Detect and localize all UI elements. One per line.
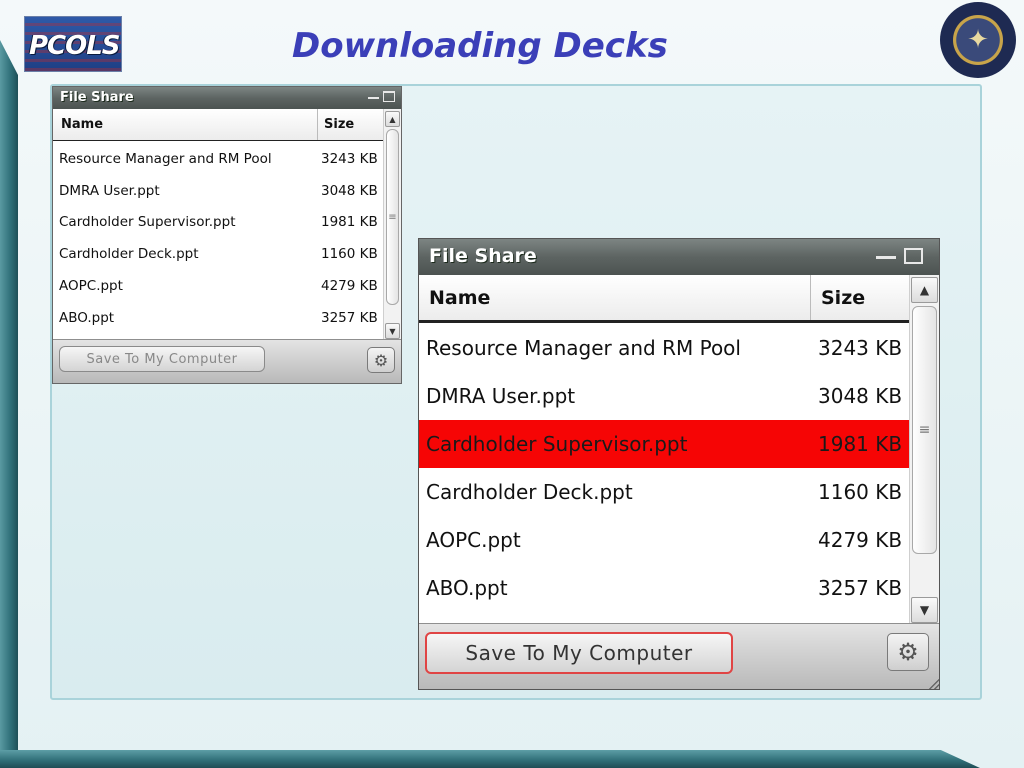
file-name: Cardholder Supervisor.ppt	[59, 214, 236, 231]
file-list-header: Name Size	[53, 109, 383, 141]
file-name: DMRA User.ppt	[426, 384, 576, 408]
scroll-up-icon[interactable]: ▲	[385, 111, 400, 127]
file-row[interactable]: Cardholder Deck.ppt 1160 KB	[419, 468, 909, 516]
scroll-up-icon[interactable]: ▲	[911, 277, 938, 303]
bottom-decorative-bar	[0, 750, 980, 768]
window-footer: Save To My Computer ⚙	[53, 339, 401, 383]
file-name: Cardholder Deck.ppt	[59, 246, 199, 263]
file-size: 4279 KB	[818, 528, 903, 552]
minimize-icon[interactable]	[876, 255, 896, 259]
scroll-thumb[interactable]: ≡	[912, 306, 937, 554]
gear-icon[interactable]: ⚙	[367, 347, 395, 373]
maximize-icon[interactable]	[904, 248, 923, 264]
file-size: 1981 KB	[818, 432, 903, 456]
file-name: Cardholder Supervisor.ppt	[426, 432, 688, 456]
file-row-selected[interactable]: Cardholder Supervisor.ppt 1981 KB	[419, 420, 909, 468]
scroll-down-icon[interactable]: ▼	[385, 323, 400, 339]
maximize-icon[interactable]	[383, 91, 395, 102]
save-to-computer-button[interactable]: Save To My Computer	[425, 632, 733, 674]
file-share-window-large: File Share Name Size Resource Manager an…	[418, 238, 940, 690]
file-size: 3243 KB	[321, 150, 378, 167]
vertical-scrollbar[interactable]: ▲ ≡ ▼	[383, 109, 401, 341]
resize-grip-icon[interactable]	[929, 679, 939, 689]
left-decorative-bar	[0, 40, 18, 768]
file-size: 3243 KB	[818, 336, 903, 360]
vertical-scrollbar[interactable]: ▲ ≡ ▼	[909, 275, 939, 625]
file-name: Resource Manager and RM Pool	[426, 336, 741, 360]
window-titlebar[interactable]: File Share	[53, 87, 401, 109]
file-row[interactable]: Cardholder Deck.ppt 1160 KB	[53, 238, 383, 270]
pcols-logo: PCOLS	[24, 16, 122, 72]
file-row[interactable]: Cardholder Supervisor.ppt 1981 KB	[53, 207, 383, 239]
file-size: 3048 KB	[321, 182, 378, 199]
file-name: Resource Manager and RM Pool	[59, 150, 272, 167]
window-controls	[876, 248, 923, 264]
file-name: ABO.ppt	[426, 576, 508, 600]
department-of-defense-seal-icon: ✦	[940, 2, 1016, 78]
file-row[interactable]: ABO.ppt 3257 KB	[419, 564, 909, 612]
file-name: AOPC.ppt	[426, 528, 521, 552]
file-row[interactable]: AOPC.ppt 4279 KB	[419, 516, 909, 564]
window-footer: Save To My Computer ⚙	[419, 623, 939, 689]
column-header-name[interactable]: Name	[419, 275, 811, 320]
file-name: Cardholder Deck.ppt	[426, 480, 633, 504]
page-title: Downloading Decks	[292, 26, 668, 66]
window-title: File Share	[429, 245, 537, 267]
column-header-size[interactable]: Size	[811, 275, 911, 320]
file-row[interactable]: Resource Manager and RM Pool 3243 KB	[419, 324, 909, 372]
file-size: 1160 KB	[321, 246, 378, 263]
file-name: ABO.ppt	[59, 309, 115, 326]
scroll-down-icon[interactable]: ▼	[911, 597, 938, 623]
minimize-icon[interactable]	[368, 96, 379, 99]
scroll-thumb[interactable]: ≡	[386, 129, 399, 305]
file-size: 3048 KB	[818, 384, 903, 408]
file-list-header: Name Size	[419, 275, 911, 323]
file-row[interactable]: Resource Manager and RM Pool 3243 KB	[53, 143, 383, 175]
file-share-window-small: File Share Name Size Resource Manager an…	[52, 86, 402, 384]
gear-icon[interactable]: ⚙	[887, 633, 929, 671]
eagle-icon: ✦	[967, 25, 989, 55]
logo-text: PCOLS	[29, 31, 121, 61]
file-name: DMRA User.ppt	[59, 182, 160, 199]
file-list: Resource Manager and RM Pool 3243 KB DMR…	[53, 143, 383, 339]
window-controls	[368, 91, 395, 102]
file-row[interactable]: DMRA User.ppt 3048 KB	[53, 175, 383, 207]
file-row[interactable]: ABO.ppt 3257 KB	[53, 302, 383, 334]
window-title: File Share	[60, 90, 134, 105]
file-size: 4279 KB	[321, 278, 378, 295]
file-list: Resource Manager and RM Pool 3243 KB DMR…	[419, 324, 909, 624]
file-name: AOPC.ppt	[59, 278, 123, 295]
file-size: 3257 KB	[818, 576, 903, 600]
file-row[interactable]: AOPC.ppt 4279 KB	[53, 270, 383, 302]
column-header-size[interactable]: Size	[318, 109, 383, 140]
save-to-computer-button[interactable]: Save To My Computer	[59, 346, 265, 372]
column-header-name[interactable]: Name	[53, 109, 318, 140]
file-size: 3257 KB	[321, 309, 378, 326]
file-size: 1981 KB	[321, 214, 378, 231]
window-titlebar[interactable]: File Share	[419, 239, 939, 275]
file-size: 1160 KB	[818, 480, 903, 504]
file-row[interactable]: DMRA User.ppt 3048 KB	[419, 372, 909, 420]
